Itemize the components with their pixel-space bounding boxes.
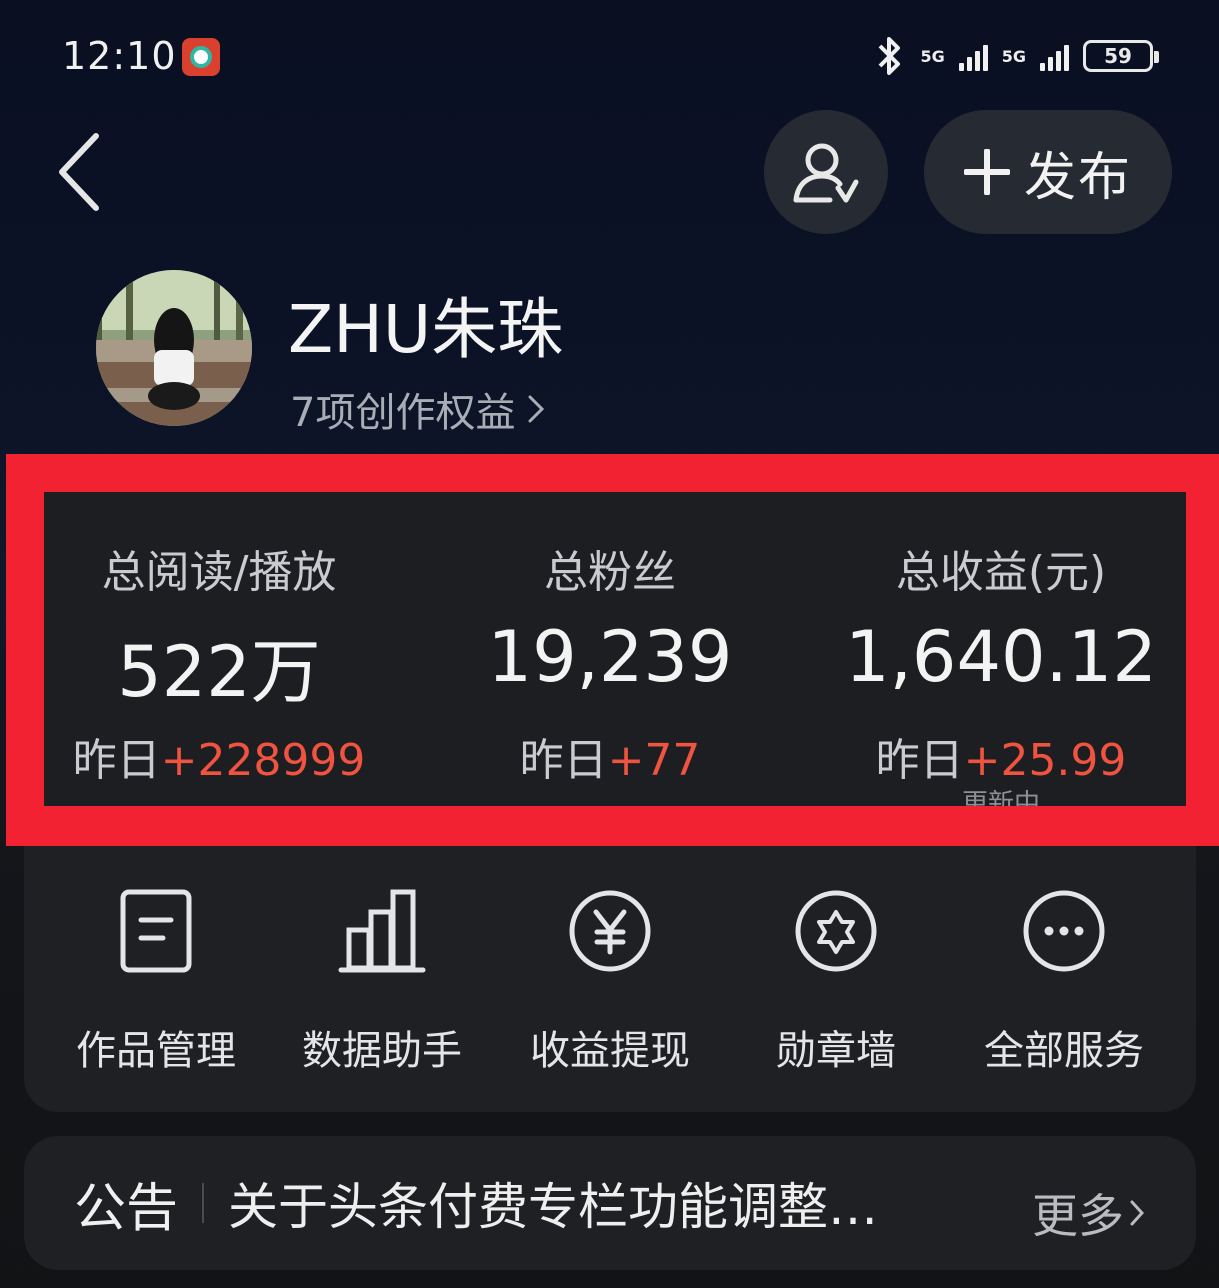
stat-value: 1,640.12 [845, 616, 1157, 698]
more-link[interactable]: 更多 [1032, 1180, 1144, 1246]
avatar[interactable] [96, 270, 252, 426]
bar-chart-icon [338, 889, 426, 973]
stat-label: 总阅读/播放 [101, 547, 337, 598]
back-button[interactable] [52, 130, 112, 214]
yuan-coin-icon [569, 890, 651, 972]
service-medal-wall[interactable]: 勋章墙 [736, 886, 936, 1076]
app-notification-icon [182, 38, 220, 76]
stat-value: 19,239 [487, 616, 733, 698]
user-check-icon [793, 143, 859, 203]
stat-delta: 昨日+77 [430, 724, 790, 788]
publish-button[interactable]: 发布 [924, 110, 1172, 234]
service-earnings-withdraw[interactable]: 收益提现 [510, 886, 710, 1076]
bluetooth-icon [879, 37, 901, 75]
stat-total-earnings[interactable]: 总收益(元) 1,640.12 昨日+25.99 更新中 [826, 492, 1176, 806]
more-label: 更多 [1032, 1189, 1124, 1243]
service-label: 勋章墙 [776, 1028, 896, 1074]
battery-icon: 59 [1083, 40, 1159, 72]
services-grid: 作品管理 数据助手 收益提现 勋章墙 全部服务 [24, 846, 1196, 1112]
status-time: 12:10 [62, 34, 177, 78]
stat-delta: 昨日+228999 [44, 724, 394, 788]
service-all-services[interactable]: 全部服务 [964, 886, 1164, 1076]
stats-panel: 总阅读/播放 522万 昨日+228999 总粉丝 19,239 昨日+77 总… [44, 492, 1186, 806]
service-label: 数据助手 [302, 1028, 462, 1074]
chevron-right-icon [1130, 1200, 1144, 1226]
creator-benefits-label: 7项创作权益 [290, 390, 516, 436]
service-label: 收益提现 [530, 1028, 690, 1074]
stat-label: 总粉丝 [544, 547, 676, 598]
network-type-1: 5G [920, 46, 945, 66]
status-indicators: 5G 5G 59 [872, 34, 1159, 78]
stat-delta-value: +228999 [160, 735, 366, 786]
updating-note: 更新中 [961, 789, 1040, 806]
document-icon [120, 889, 192, 973]
announcement-tag: 公告 [74, 1178, 179, 1239]
stat-label: 总收益(元) [895, 547, 1107, 598]
divider [202, 1183, 205, 1223]
stat-total-reads[interactable]: 总阅读/播放 522万 昨日+228999 [44, 492, 394, 806]
stat-delta-prefix: 昨日 [72, 735, 161, 786]
more-dots-icon [1023, 890, 1105, 972]
chevron-right-icon [528, 395, 545, 423]
service-label: 全部服务 [984, 1028, 1144, 1074]
service-data-assistant[interactable]: 数据助手 [282, 886, 482, 1076]
announcement-bar[interactable]: 公告 关于头条付费专栏功能调整… 更多 [24, 1136, 1196, 1270]
stat-total-fans[interactable]: 总粉丝 19,239 昨日+77 [430, 492, 790, 806]
announcement-text: 关于头条付费专栏功能调整… [228, 1178, 879, 1236]
signal-icon-2 [1040, 41, 1069, 71]
publish-label: 发布 [1023, 147, 1132, 208]
stat-delta-prefix: 昨日 [875, 735, 964, 786]
stat-delta: 昨日+25.99 [826, 724, 1176, 788]
follow-manage-button[interactable] [764, 110, 888, 234]
creator-benefits-link[interactable]: 7项创作权益 [290, 380, 545, 438]
stat-delta-prefix: 昨日 [519, 735, 608, 786]
stat-delta-value: +77 [607, 735, 701, 786]
profile-name: ZHU朱珠 [288, 291, 564, 368]
network-type-2: 5G [1001, 46, 1026, 66]
medal-icon [795, 890, 877, 972]
stat-delta-value: +25.99 [963, 735, 1127, 786]
service-works-management[interactable]: 作品管理 [56, 886, 256, 1076]
stat-value: 522万 [117, 631, 321, 713]
service-label: 作品管理 [76, 1028, 236, 1074]
plus-icon [963, 149, 1010, 195]
signal-icon [958, 41, 988, 71]
avatar-image [96, 270, 252, 426]
